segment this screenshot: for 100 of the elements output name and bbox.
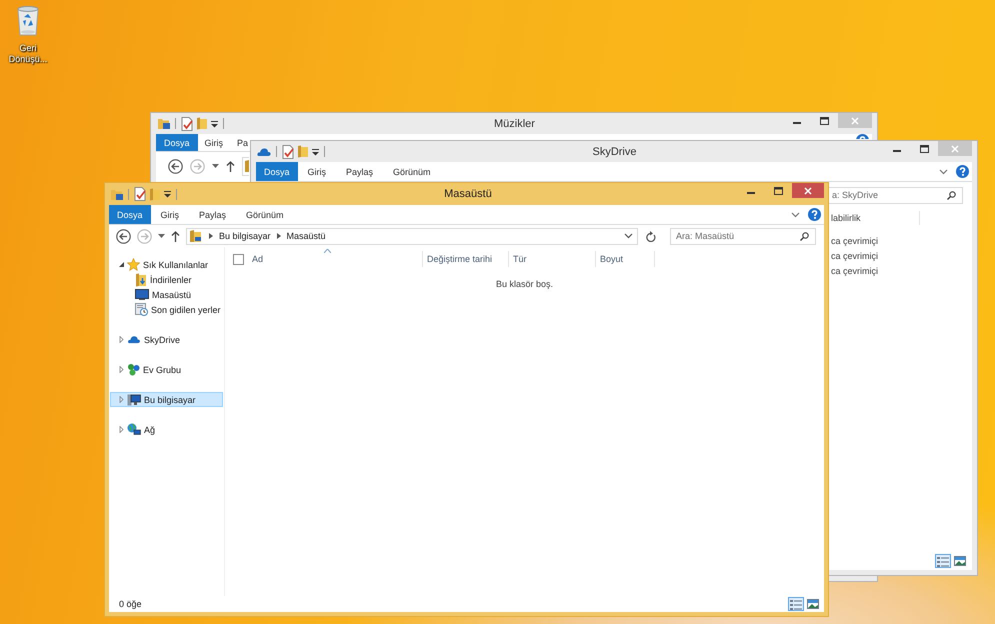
refresh-button[interactable]	[646, 230, 656, 242]
folder-icon	[244, 159, 249, 173]
back-button[interactable]	[116, 228, 131, 244]
search-placeholder: Ara: Masaüstü	[676, 231, 734, 241]
column-header[interactable]: labilirlik	[831, 211, 920, 225]
maximize-icon	[920, 144, 928, 152]
refresh-icon	[646, 230, 656, 242]
dropdown-caret-icon[interactable]	[312, 148, 319, 156]
back-button[interactable]	[168, 158, 183, 174]
up-arrow-icon[interactable]	[226, 160, 235, 172]
tree-item[interactable]: Ev Grubu	[110, 362, 223, 377]
address-bar[interactable]	[242, 156, 249, 176]
tree-item[interactable]: SkyDrive	[110, 332, 223, 347]
dropdown-caret-icon[interactable]	[212, 164, 219, 168]
folder-icon[interactable]	[157, 117, 170, 130]
homegroup-icon	[127, 363, 140, 376]
search-icon	[800, 232, 809, 240]
chevron-right-icon[interactable]	[276, 233, 281, 239]
item-count: 0 öğe	[118, 599, 142, 609]
tree-item[interactable]: Bu bilgisayar	[110, 392, 223, 407]
tree-item-label: SkyDrive	[144, 334, 180, 344]
select-all-checkbox[interactable]	[233, 254, 244, 264]
tree-item[interactable]: Sık Kullanılanlar	[110, 257, 223, 272]
collapsed-arrow-icon[interactable]	[118, 426, 125, 433]
chevron-down-icon[interactable]	[791, 212, 800, 218]
expanded-arrow-icon[interactable]	[118, 262, 125, 267]
tree-item-label: İndirilenler	[150, 274, 192, 284]
search-icon	[947, 190, 956, 200]
search-placeholder: a: SkyDrive	[832, 190, 878, 200]
document-check-icon[interactable]	[181, 116, 193, 130]
ribbon-tab[interactable]: Paylaş	[336, 162, 384, 181]
help-icon[interactable]	[808, 208, 821, 221]
ribbon-tab[interactable]: Giriş	[150, 205, 190, 224]
ribbon-tab[interactable]: Dosya	[156, 134, 198, 151]
chevron-down-icon[interactable]	[939, 168, 948, 174]
ribbon-tab[interactable]: Giriş	[298, 162, 336, 181]
folder-icon[interactable]	[110, 188, 123, 200]
chevron-down-icon[interactable]	[624, 233, 633, 239]
monitor-icon	[135, 289, 149, 300]
close-button[interactable]	[792, 183, 824, 198]
close-icon	[804, 186, 812, 194]
tree-item-label: Masaüstü	[152, 290, 192, 300]
help-icon[interactable]	[956, 165, 969, 178]
tree-item[interactable]: Ağ	[110, 422, 223, 437]
close-icon	[951, 144, 959, 152]
ribbon-tab[interactable]: Dosya	[109, 205, 151, 224]
details-view-button[interactable]	[935, 554, 951, 568]
tree-item[interactable]: Masaüstü	[110, 287, 223, 302]
details-view-button[interactable]	[788, 597, 804, 611]
document-check-icon[interactable]	[282, 144, 294, 158]
column-header[interactable]: Ad	[252, 254, 264, 264]
cloud-icon	[127, 335, 141, 344]
collapsed-arrow-icon[interactable]	[118, 396, 125, 403]
dropdown-caret-icon[interactable]	[211, 120, 218, 128]
collapsed-arrow-icon[interactable]	[118, 336, 125, 343]
window-title: Masaüstü	[443, 188, 493, 200]
column-header[interactable]: Tür	[513, 254, 526, 264]
cloud-icon[interactable]	[257, 146, 271, 156]
table-cell-text: ca çevrimiçi	[831, 235, 878, 248]
empty-folder-message: Bu klasör boş.	[496, 279, 554, 289]
dropdown-caret-icon[interactable]	[164, 190, 171, 198]
tree-item-label: Ev Grubu	[143, 364, 182, 374]
ribbon-tab[interactable]: Pa	[230, 134, 248, 151]
chevron-right-icon[interactable]	[209, 233, 213, 239]
ribbon-tab[interactable]: Giriş	[198, 134, 230, 151]
recycle-bin-icon[interactable]	[16, 5, 40, 37]
breadcrumb[interactable]: Bu bilgisayar	[219, 231, 271, 241]
breadcrumb[interactable]: Masaüstü	[286, 231, 326, 241]
ribbon-tab[interactable]: Paylaş	[189, 205, 236, 224]
tree-item-label: Bu bilgisayar	[144, 394, 196, 404]
star-icon	[127, 258, 140, 271]
thumbnails-view-button[interactable]	[805, 597, 821, 611]
window-title: Müzikler	[493, 118, 536, 130]
up-arrow-icon[interactable]	[171, 230, 180, 242]
maximize-icon	[820, 116, 828, 124]
window-title: SkyDrive	[591, 146, 638, 158]
search-field[interactable]: Ara: Masaüstü	[670, 228, 816, 244]
tree-item[interactable]: İndirilenler	[110, 272, 223, 287]
collapsed-arrow-icon[interactable]	[118, 366, 125, 373]
column-header[interactable]: Boyut	[600, 254, 624, 264]
table-cell-text: ca çevrimiçi	[831, 265, 878, 278]
download-folder-icon	[135, 272, 147, 286]
ribbon-tab[interactable]: Dosya	[256, 162, 298, 181]
computer-icon	[127, 394, 141, 406]
ribbon-tab[interactable]: Görünüm	[236, 205, 294, 224]
close-icon	[851, 116, 859, 124]
tree-item[interactable]: Son gidilen yerler	[110, 302, 223, 317]
network-icon	[127, 423, 141, 436]
table-cell-text: ca çevrimiçi	[831, 250, 878, 263]
document-check-icon[interactable]	[134, 187, 146, 201]
maximize-icon	[774, 186, 782, 194]
recent-places-icon	[135, 303, 148, 316]
address-bar[interactable]: Bu bilgisayar Masaüstü	[186, 228, 638, 244]
ribbon-tab[interactable]: Görünüm	[383, 162, 441, 181]
tree-item-label: Son gidilen yerler	[151, 304, 221, 314]
tree-item-label: Ağ	[144, 424, 156, 434]
search-field[interactable]: a: SkyDrive	[826, 186, 963, 204]
column-header[interactable]: Değiştirme tarihi	[427, 254, 492, 264]
thumbnails-view-button[interactable]	[952, 554, 968, 568]
dropdown-caret-icon[interactable]	[158, 234, 165, 238]
